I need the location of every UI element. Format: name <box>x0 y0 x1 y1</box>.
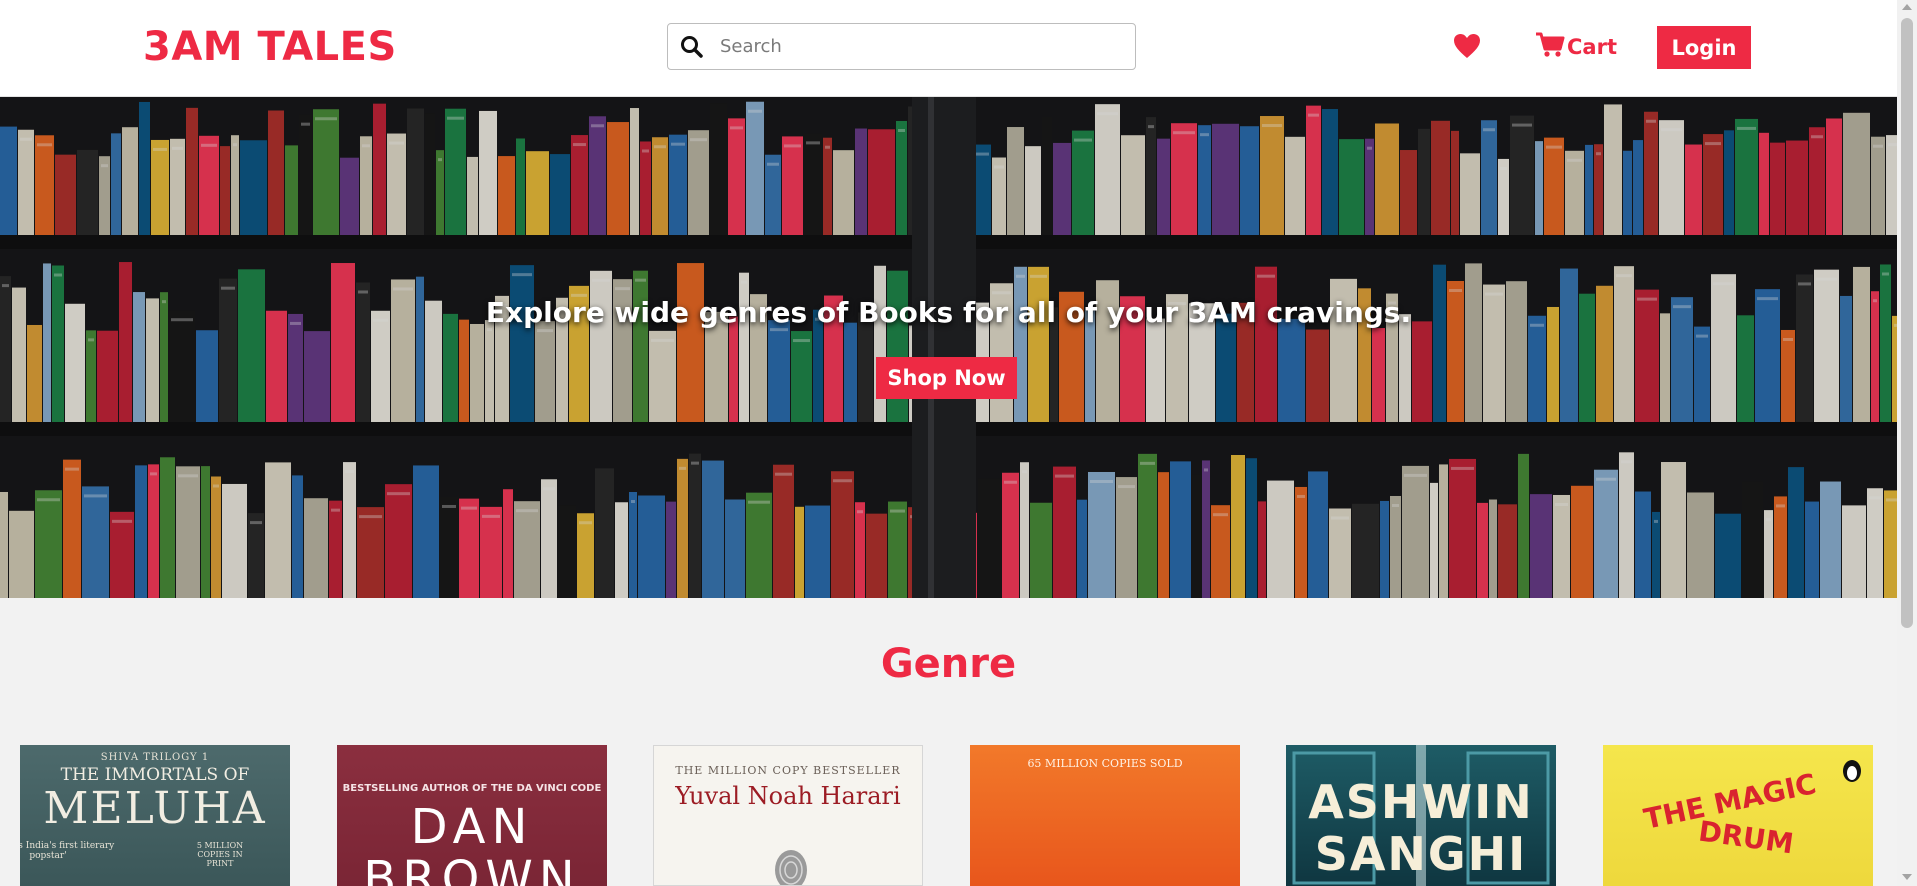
scroll-up-arrow[interactable] <box>1902 4 1912 10</box>
genre-card-harari[interactable]: THE MILLION COPY BESTSELLER Yuval Noah H… <box>653 745 923 886</box>
card-series-label: SHIVA TRILOGY 1 <box>100 752 210 763</box>
genre-card-meluha[interactable]: SHIVA TRILOGY 1 THE IMMORTALS OF MELUHA … <box>20 745 290 886</box>
card-tagline: THE MILLION COPY BESTSELLER <box>675 764 901 777</box>
cart-link[interactable]: Cart <box>1535 31 1617 63</box>
login-button[interactable]: Login <box>1657 26 1751 69</box>
search-bar[interactable] <box>667 23 1136 70</box>
site-header: 3AM TALES Cart Login <box>0 0 1897 97</box>
bookshelf-image <box>0 97 1897 598</box>
card-author-line1: ASHWIN <box>1308 775 1534 829</box>
site-logo[interactable]: 3AM TALES <box>143 24 397 70</box>
card-tagline: 65 MILLION COPIES SOLD <box>1027 757 1183 770</box>
page-scrollbar[interactable] <box>1897 0 1917 886</box>
cart-icon <box>1535 32 1565 62</box>
card-tagline: BESTSELLING AUTHOR OF THE DA VINCI CODE <box>342 783 602 794</box>
genre-heading: Genre <box>880 641 1017 687</box>
search-input[interactable] <box>720 30 1120 63</box>
heart-icon[interactable] <box>1453 33 1481 61</box>
fingerprint-image <box>775 850 807 885</box>
hero-tagline: Explore wide genres of Books for all of … <box>485 296 1412 329</box>
genre-card-dan-brown[interactable]: BESTSELLING AUTHOR OF THE DA VINCI CODE … <box>337 745 607 886</box>
card-title-line2: MELUHA <box>43 783 267 834</box>
publisher-logo <box>1843 760 1861 782</box>
scroll-down-arrow[interactable] <box>1902 874 1912 880</box>
scroll-thumb[interactable] <box>1901 18 1913 628</box>
card-author-line2: BROWN <box>363 851 581 886</box>
card-author-line2: SANGHI <box>1314 827 1528 881</box>
genre-card-magic-drum[interactable]: THE MAGIC DRUM <box>1603 745 1873 886</box>
card-quote: 'Amish is India's first literary popstar… <box>20 841 115 861</box>
card-copies-badge: 5 MILLION COPIES IN PRINT <box>196 841 244 868</box>
card-title-line1: THE IMMORTALS OF <box>60 765 250 785</box>
shop-now-button[interactable]: Shop Now <box>876 357 1017 399</box>
card-author: Yuval Noah Harari <box>675 782 901 810</box>
genre-card-bestseller[interactable]: 65 MILLION COPIES SOLD <box>970 745 1240 886</box>
search-icon[interactable] <box>679 34 705 60</box>
hero-banner: Explore wide genres of Books for all of … <box>0 97 1897 598</box>
cart-label: Cart <box>1567 35 1617 59</box>
genre-card-ashwin-sanghi[interactable]: ASHWIN SANGHI <box>1286 745 1556 886</box>
card-author-line1: DAN <box>410 799 534 855</box>
